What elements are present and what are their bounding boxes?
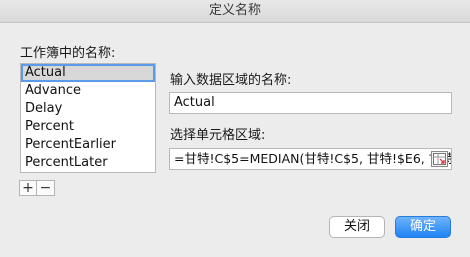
define-name-dialog: 定义名称 工作簿中的名称: Actual Advance Delay Perce… (0, 0, 470, 257)
workbook-names-label: 工作簿中的名称: (20, 46, 116, 61)
list-item-actual[interactable]: Actual (21, 64, 155, 82)
range-picker-icon[interactable] (431, 151, 448, 167)
dialog-title: 定义名称 (0, 0, 470, 23)
range-input[interactable]: =甘特!C$5=MEDIAN(甘特!C$5, 甘特!$E6, 甘特!$E6+甘特… (169, 148, 452, 170)
name-input[interactable]: Actual (169, 92, 452, 114)
list-item-percent[interactable]: Percent (21, 118, 155, 136)
list-item-percentlater[interactable]: PercentLater (21, 154, 155, 172)
list-item-advance[interactable]: Advance (21, 82, 155, 100)
close-button[interactable]: 关闭 (329, 216, 385, 238)
list-item-percentearlier[interactable]: PercentEarlier (21, 136, 155, 154)
add-name-button[interactable]: + (19, 180, 37, 196)
add-remove-controls: + − (19, 180, 55, 196)
names-list[interactable]: Actual Advance Delay Percent PercentEarl… (20, 63, 156, 173)
range-field-label: 选择单元格区域: (170, 128, 266, 143)
remove-name-button[interactable]: − (37, 180, 55, 196)
range-select-icon (433, 153, 446, 165)
list-item-delay[interactable]: Delay (21, 100, 155, 118)
ok-button[interactable]: 确定 (395, 216, 451, 238)
name-field-label: 输入数据区域的名称: (170, 73, 292, 88)
